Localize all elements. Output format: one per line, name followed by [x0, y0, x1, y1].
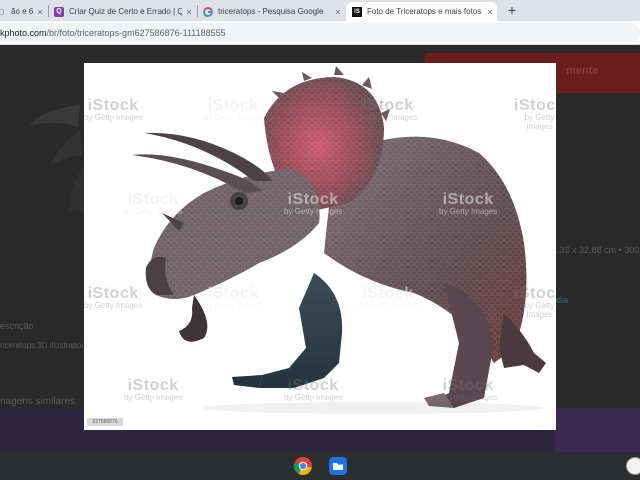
watermark: iStockby Getty Images	[124, 377, 183, 402]
tab-title: ão e 6o...	[11, 7, 33, 16]
files-icon[interactable]	[328, 456, 348, 476]
close-icon[interactable]: ×	[182, 7, 196, 17]
tab-title: triceratops - Pesquisa Google	[218, 7, 324, 16]
chrome-icon[interactable]	[293, 456, 313, 476]
avatar[interactable]	[626, 457, 640, 475]
watermark: iStockby Getty Images	[284, 191, 343, 216]
watermark: iStockby Getty Images	[514, 97, 556, 131]
istock-icon: iS	[352, 6, 362, 17]
watermark: iStockby Getty Images	[284, 377, 343, 402]
tab-title: Foto de Triceratops e mais fotos	[367, 7, 482, 16]
tab-title: Criar Quiz de Certo e Errado | Qu	[69, 7, 182, 16]
image-id-label: 627586876	[87, 418, 123, 426]
description-text: riceratops 3D illustration	[0, 341, 86, 350]
watermark: iStockby Getty Images	[359, 97, 418, 122]
tab-icon: ▢	[0, 8, 5, 16]
watermark: iStockby Getty Images	[204, 97, 263, 122]
close-icon[interactable]: ×	[33, 7, 47, 17]
close-icon[interactable]: ×	[483, 7, 497, 17]
tab-strip: ▢ ão e 6o... × Q Criar Quiz de Certo e E…	[0, 0, 640, 21]
google-icon	[203, 6, 213, 17]
image-size-text: 2.33 x 32.88 cm • 300	[552, 245, 640, 255]
watermark: iStockby Getty Images	[439, 191, 498, 216]
new-tab-button[interactable]: +	[503, 2, 521, 19]
watermark: iStockby Getty Images	[84, 285, 143, 310]
description-heading: escrição	[0, 321, 34, 331]
tab-2[interactable]: Q Criar Quiz de Certo e Errado | Qu ×	[48, 2, 196, 21]
tab-1[interactable]: ▢ ão e 6o... ×	[0, 2, 47, 21]
watermark: iStockby Getty Images	[84, 97, 143, 122]
thumbnail-image[interactable]	[20, 75, 84, 305]
watermark: iStockby Getty Images	[204, 285, 263, 310]
url-host: kphoto.com	[0, 27, 47, 38]
watermark: iStockby Getty Images	[359, 285, 418, 310]
watermark: iStockby Getty Images	[124, 191, 183, 216]
similar-link[interactable]: dia	[556, 295, 568, 305]
address-bar[interactable]: kphoto.com/br/foto/triceratops-gm6275868…	[0, 23, 640, 42]
browser-toolbar: kphoto.com/br/foto/triceratops-gm6275868…	[0, 21, 640, 45]
similar-images-heading: nagens similares	[0, 396, 76, 407]
watermark: iStockby Getty Images	[439, 377, 498, 402]
banner-button[interactable]	[555, 408, 640, 452]
triceratops-image	[132, 66, 546, 414]
quiz-icon: Q	[54, 6, 64, 17]
close-icon[interactable]: ×	[331, 7, 345, 17]
buy-button-label: mente	[566, 65, 599, 77]
image-lightbox[interactable]: iStock by Getty Images iStock by Getty Ima…	[84, 63, 556, 430]
url-path: /br/foto/triceratops-gm627586876-1111885…	[46, 27, 226, 38]
os-taskbar	[0, 452, 640, 480]
tab-4-active[interactable]: iS Foto de Triceratops e mais fotos ×	[346, 2, 497, 21]
tab-3[interactable]: triceratops - Pesquisa Google ×	[197, 2, 345, 21]
watermark: iStockby Getty Images	[514, 285, 556, 319]
